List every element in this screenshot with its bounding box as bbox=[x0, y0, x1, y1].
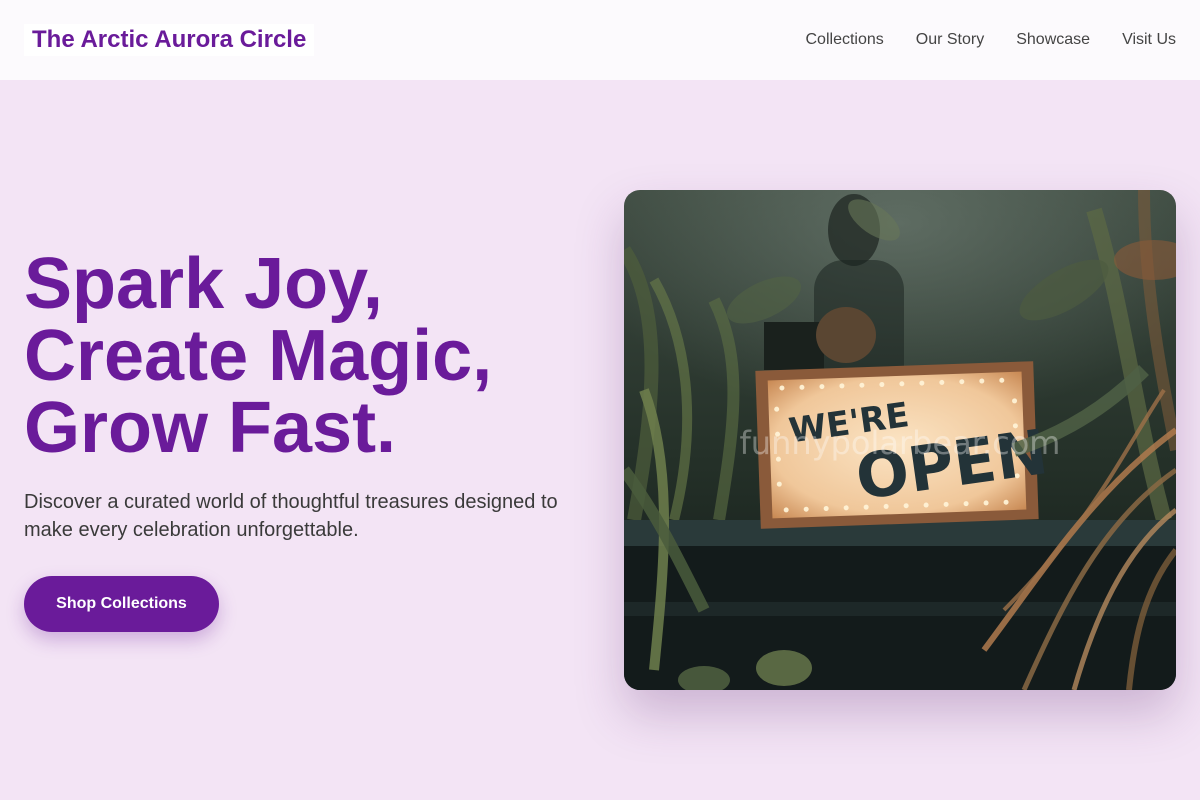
headline-line-1: Spark Joy, bbox=[24, 244, 383, 324]
nav-link-collections[interactable]: Collections bbox=[806, 31, 884, 49]
nav-link-visit-us[interactable]: Visit Us bbox=[1122, 31, 1176, 49]
headline-line-2: Create Magic, bbox=[24, 316, 493, 396]
hero-text: Spark Joy, Create Magic, Grow Fast. Disc… bbox=[24, 248, 564, 544]
shop-collections-button[interactable]: Shop Collections bbox=[24, 576, 219, 632]
open-sign-photo: WE'RE OPEN funnypolarbear.com bbox=[624, 190, 1176, 690]
hero-headline: Spark Joy, Create Magic, Grow Fast. bbox=[24, 248, 564, 464]
site-header: The Arctic Aurora Circle Collections Our… bbox=[0, 0, 1200, 80]
headline-line-3: Grow Fast. bbox=[24, 388, 397, 468]
hero-image: WE'RE OPEN funnypolarbear.com bbox=[624, 190, 1176, 690]
watermark-text: funnypolarbear.com bbox=[740, 424, 1061, 462]
hero-subtitle: Discover a curated world of thoughtful t… bbox=[24, 491, 558, 541]
main-nav: Collections Our Story Showcase Visit Us bbox=[806, 31, 1177, 49]
nav-link-showcase[interactable]: Showcase bbox=[1016, 31, 1090, 49]
nav-link-our-story[interactable]: Our Story bbox=[916, 31, 984, 49]
brand-logo[interactable]: The Arctic Aurora Circle bbox=[24, 24, 315, 56]
